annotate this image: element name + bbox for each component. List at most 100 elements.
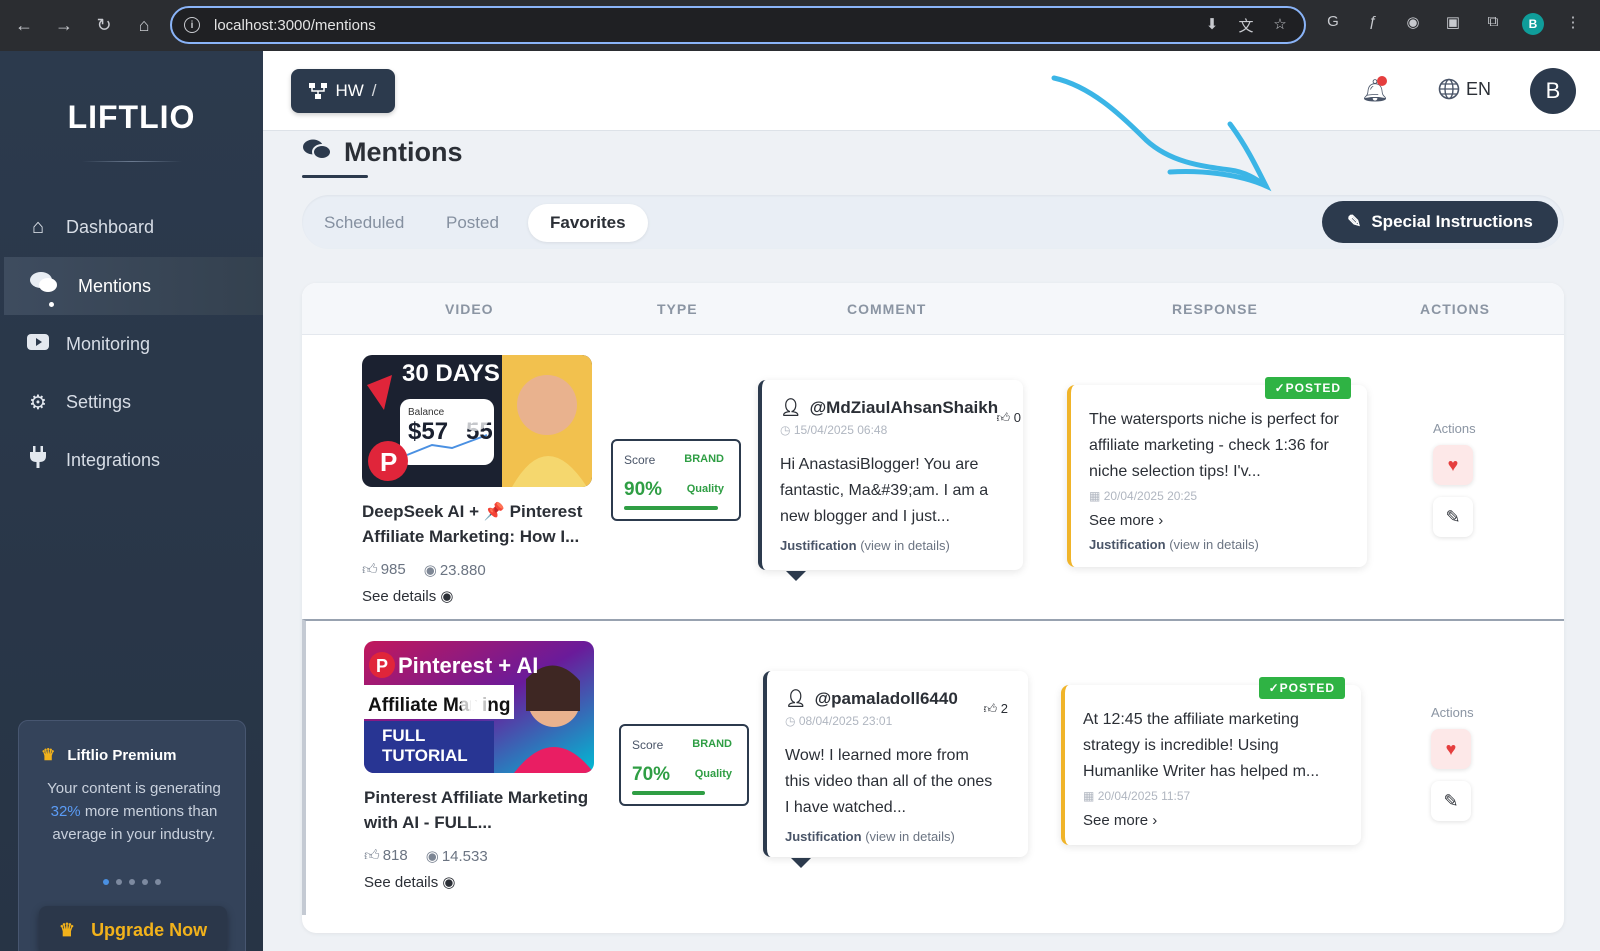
carousel-dots[interactable] bbox=[103, 879, 161, 885]
thumbs-up-icon: 👍︎ bbox=[983, 701, 998, 716]
justification-label: Justification bbox=[780, 538, 857, 553]
sidebar-item-monitoring[interactable]: Monitoring bbox=[4, 315, 263, 373]
likes-count: 818 bbox=[382, 847, 408, 864]
thumbs-up-icon: 👍︎ bbox=[362, 561, 378, 578]
puzzle-extension-icon[interactable]: ⧉ bbox=[1482, 13, 1504, 35]
globe-icon bbox=[1438, 78, 1460, 100]
comment-date: ◷ 08/04/2025 23:01 bbox=[785, 714, 892, 728]
sidebar-item-integrations[interactable]: Integrations bbox=[4, 431, 263, 489]
score-label: Score bbox=[624, 453, 656, 467]
table-row: 30 DAYS Balance $57 55 P DeepSeek AI + 📌… bbox=[302, 335, 1564, 631]
score-value: 70% bbox=[632, 764, 671, 785]
reload-icon[interactable]: ↻ bbox=[84, 6, 124, 46]
title-underline bbox=[302, 175, 368, 178]
justification-link[interactable]: Justification (view in details) bbox=[1089, 537, 1259, 552]
sidebar-item-mentions[interactable]: Mentions bbox=[4, 257, 263, 315]
column-header-actions[interactable]: ACTIONS bbox=[1420, 301, 1490, 317]
comment-tail bbox=[791, 858, 811, 868]
video-title[interactable]: Pinterest Affiliate Marketing with AI - … bbox=[364, 785, 604, 835]
translate-extension-icon[interactable]: G bbox=[1322, 13, 1344, 35]
column-header-video[interactable]: VIDEO bbox=[445, 301, 494, 317]
forward-icon[interactable]: → bbox=[44, 6, 84, 46]
column-header-type[interactable]: TYPE bbox=[657, 301, 698, 317]
views-count: 23.880 bbox=[439, 562, 486, 579]
menu-kebab-icon[interactable]: ⋮ bbox=[1562, 13, 1584, 35]
upgrade-button[interactable]: ♛ Upgrade Now bbox=[39, 906, 227, 951]
video-title[interactable]: DeepSeek AI + 📌 Pinterest Affiliate Mark… bbox=[362, 499, 602, 549]
special-instructions-button[interactable]: ✎ Special Instructions bbox=[1322, 201, 1558, 243]
see-details-link[interactable]: See details ◉ bbox=[364, 873, 455, 891]
carousel-dot[interactable] bbox=[103, 879, 109, 885]
url-text[interactable]: localhost:3000/mentions bbox=[214, 17, 376, 34]
carousel-dot[interactable] bbox=[129, 879, 135, 885]
home-icon: ⌂ bbox=[31, 215, 45, 238]
camera-extension-icon[interactable]: ◉ bbox=[1402, 13, 1424, 35]
see-more-label: See more bbox=[1083, 812, 1149, 829]
response-date-text: 20/04/2025 11:57 bbox=[1097, 789, 1191, 803]
justification-link[interactable]: Justification (view in details) bbox=[780, 538, 950, 553]
project-selector-button[interactable]: HW / bbox=[291, 69, 395, 113]
carousel-dot[interactable] bbox=[116, 879, 122, 885]
bookmark-star-icon[interactable]: ☆ bbox=[1270, 15, 1290, 35]
posted-badge: ✓ POSTED bbox=[1264, 377, 1351, 399]
tab-posted[interactable]: Posted bbox=[424, 204, 521, 242]
top-header: HW / 🔔︎ EN B bbox=[263, 51, 1600, 131]
user-avatar[interactable]: B bbox=[1530, 68, 1576, 114]
video-stats: 👍︎ 818 ◉ 14.533 bbox=[364, 847, 488, 865]
page-title: Mentions bbox=[302, 137, 463, 168]
justification-label: Justification bbox=[785, 829, 862, 844]
tab-favorites[interactable]: Favorites bbox=[528, 204, 648, 242]
see-more-link[interactable]: See more › bbox=[1089, 512, 1163, 529]
edit-button[interactable]: ✎ bbox=[1433, 497, 1473, 537]
profile-avatar[interactable]: B bbox=[1522, 13, 1544, 35]
column-header-response[interactable]: RESPONSE bbox=[1172, 301, 1258, 317]
chevron-right-icon: › bbox=[1158, 512, 1164, 529]
sidebar-item-settings[interactable]: ⚙ Settings bbox=[4, 373, 263, 431]
address-bar[interactable]: i localhost:3000/mentions ⬇ 文 ☆ bbox=[170, 6, 1306, 44]
thumb-title: Pinterest + AI bbox=[398, 653, 538, 678]
mentions-table: VIDEO TYPE COMMENT RESPONSE ACTIONS 30 D… bbox=[302, 283, 1564, 933]
sidebar-item-dashboard[interactable]: ⌂ Dashboard bbox=[4, 198, 263, 256]
thumbs-up-icon: 👍︎ bbox=[996, 410, 1011, 425]
likes-stat: 👍︎ 818 bbox=[364, 847, 408, 865]
score-bar bbox=[624, 506, 718, 510]
annotation-arrow bbox=[1051, 75, 1272, 192]
see-details-link[interactable]: See details ◉ bbox=[362, 587, 453, 605]
justification-link[interactable]: Justification (view in details) bbox=[785, 829, 955, 844]
home-icon[interactable]: ⌂ bbox=[124, 6, 164, 46]
response-text: At 12:45 the affiliate marketing strateg… bbox=[1083, 711, 1320, 780]
video-thumbnail[interactable]: P Pinterest + AI Affiliate Mar ing FULL … bbox=[364, 641, 594, 773]
see-more-link[interactable]: See more › bbox=[1083, 812, 1157, 829]
app-logo: LIFTLIO bbox=[67, 99, 196, 135]
favorite-button[interactable]: ♥ bbox=[1433, 445, 1473, 485]
install-icon[interactable]: ⬇ bbox=[1202, 15, 1222, 35]
site-info-icon[interactable]: i bbox=[184, 17, 200, 33]
comment-author[interactable]: 👤︎ @MdZiaulAhsanShaikh bbox=[780, 398, 998, 418]
back-icon[interactable]: ← bbox=[4, 6, 44, 46]
score-card: Score BRAND 70% Quality bbox=[619, 724, 749, 806]
actions-label: Actions bbox=[1431, 705, 1474, 720]
video-thumbnail[interactable]: 30 DAYS Balance $57 55 P bbox=[362, 355, 592, 487]
calendar-icon: ▦ bbox=[1089, 489, 1101, 503]
sidebar-item-label: Settings bbox=[66, 391, 132, 412]
posted-badge: ✓ POSTED bbox=[1258, 677, 1345, 699]
language-selector[interactable]: EN bbox=[1438, 78, 1491, 100]
comment-author[interactable]: 👤︎ @pamaladoll6440 bbox=[785, 689, 958, 709]
sidebar-item-label: Integrations bbox=[66, 449, 161, 470]
comment-tail bbox=[786, 571, 806, 581]
window-extension-icon[interactable]: ▣ bbox=[1442, 13, 1464, 35]
formula-extension-icon[interactable]: ƒ bbox=[1362, 13, 1384, 35]
translate-icon[interactable]: 文 bbox=[1236, 15, 1256, 35]
thumb-full: FULL bbox=[382, 726, 425, 745]
carousel-dot[interactable] bbox=[142, 879, 148, 885]
column-header-comment[interactable]: COMMENT bbox=[847, 301, 926, 317]
favorite-button[interactable]: ♥ bbox=[1431, 729, 1471, 769]
actions-label: Actions bbox=[1433, 421, 1476, 436]
comment-card: 👤︎ @pamaladoll6440 👍︎ 2 ◷ 08/04/2025 23:0… bbox=[763, 671, 1028, 868]
comment-date-text: 08/04/2025 23:01 bbox=[798, 714, 893, 728]
tab-scheduled[interactable]: Scheduled bbox=[302, 204, 426, 242]
carousel-dot[interactable] bbox=[155, 879, 161, 885]
edit-button[interactable]: ✎ bbox=[1431, 781, 1471, 821]
premium-percent: 32% bbox=[50, 803, 81, 820]
thumb-amount: $57 bbox=[408, 418, 448, 445]
